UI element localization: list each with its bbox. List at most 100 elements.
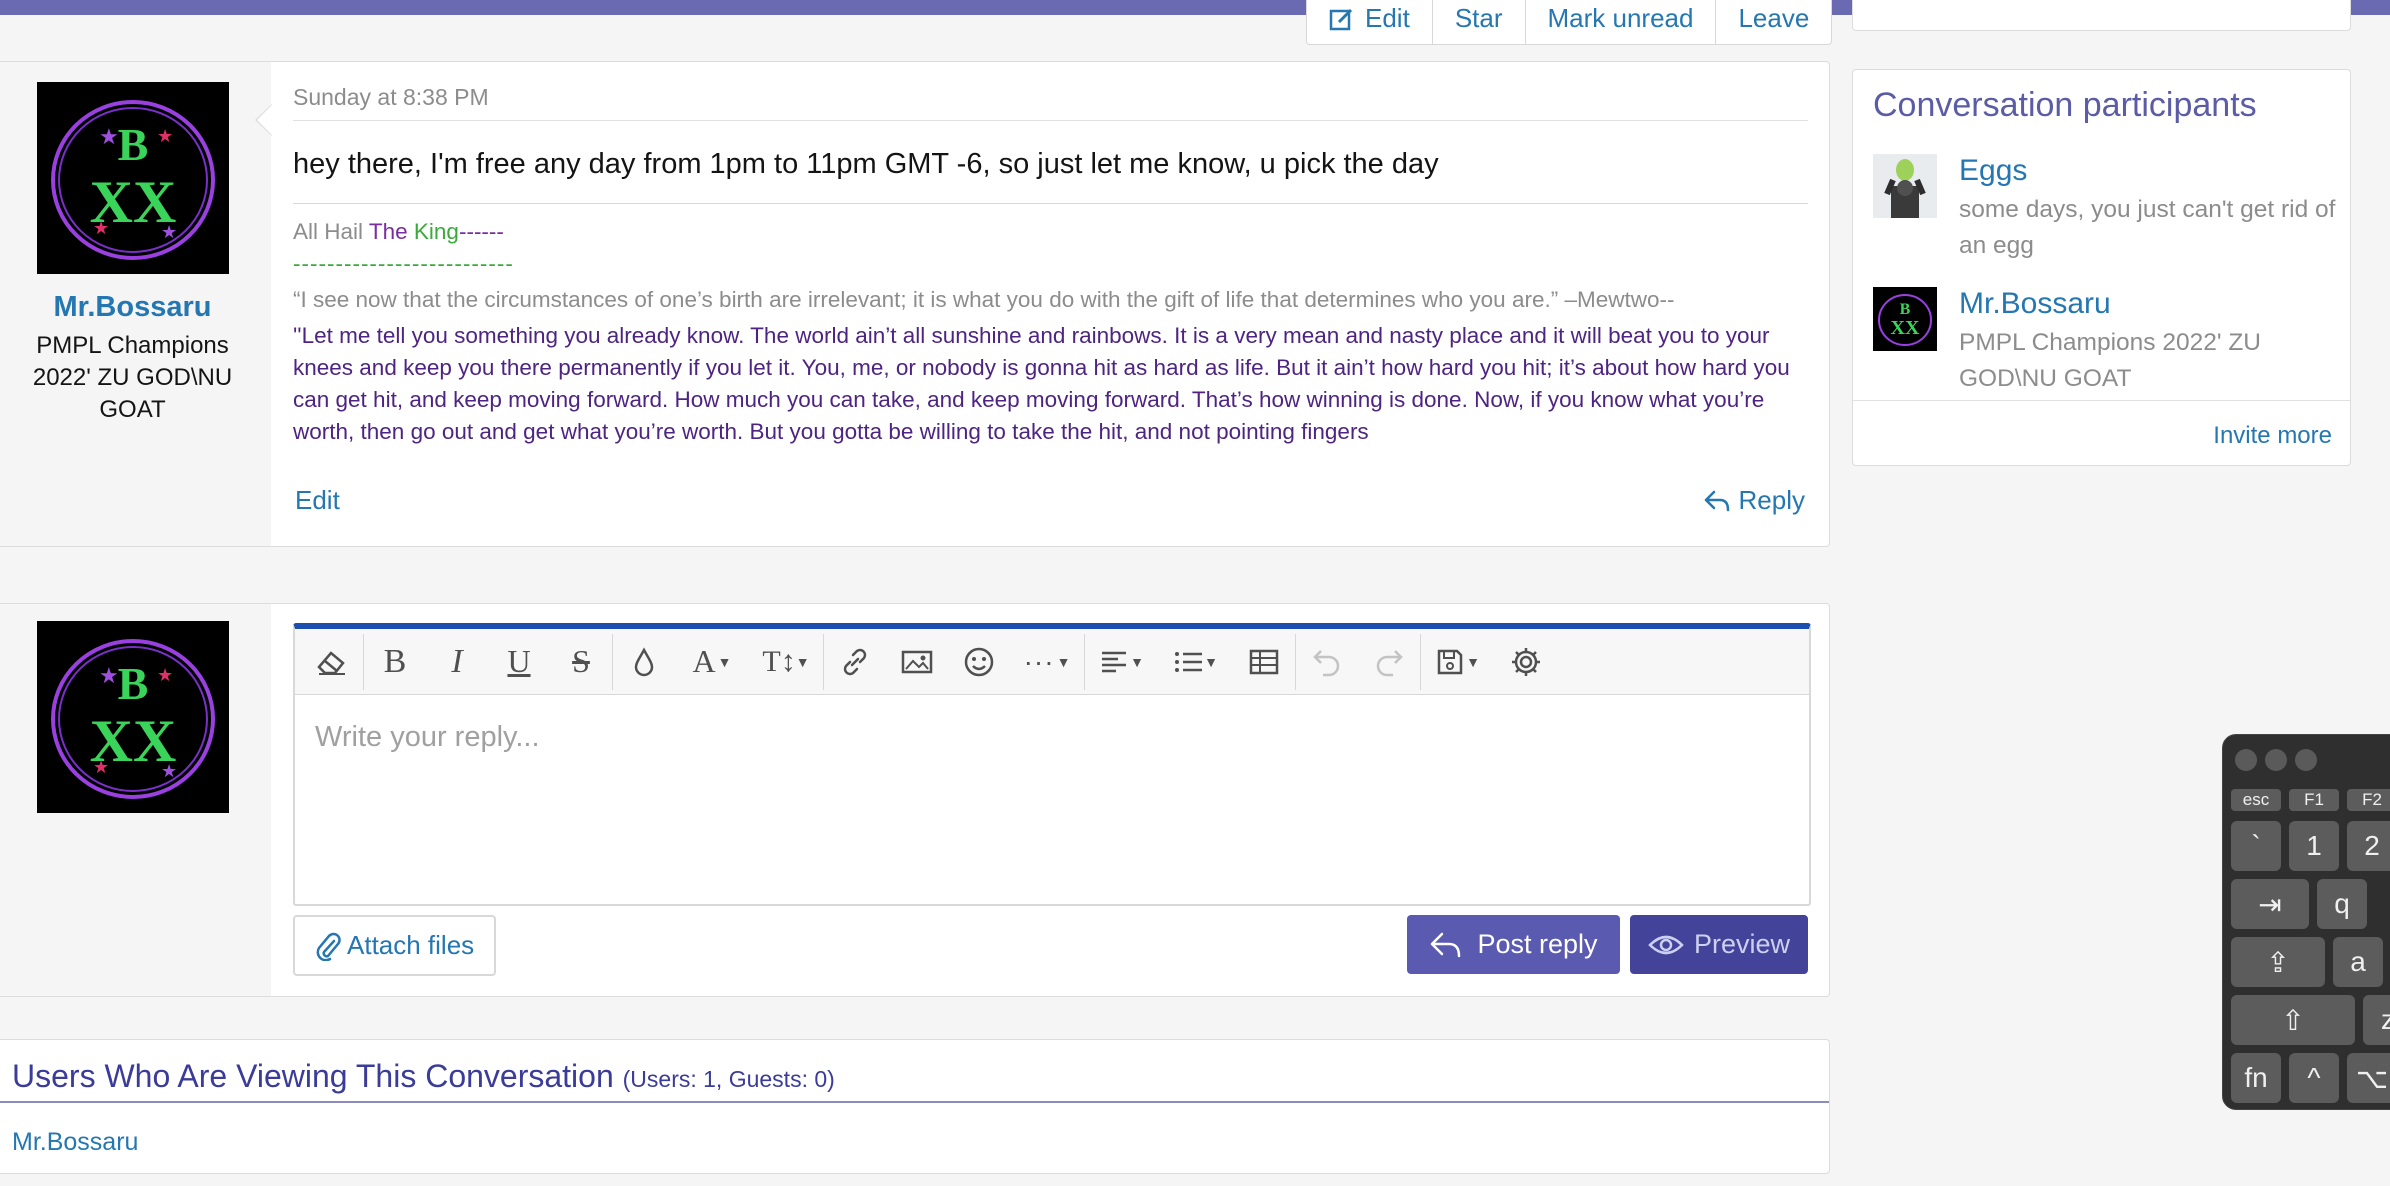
key-caps-lock[interactable]: ⇪: [2231, 937, 2325, 987]
settings-icon[interactable]: [1495, 634, 1557, 690]
reply-icon: [1431, 932, 1461, 957]
avatar-person-icon: [1873, 154, 1937, 218]
signature: All Hail The King------ ----------------…: [293, 216, 1808, 458]
paperclip-icon: [316, 932, 341, 961]
attach-files-button[interactable]: Attach files: [293, 915, 497, 976]
reply-label: Reply: [1738, 485, 1805, 515]
font-size-icon[interactable]: T↕ ▼: [749, 633, 824, 690]
eye-icon: [1648, 935, 1684, 954]
message: B XX ★ ★ ★ ★ Mr.Bossaru PMPL Champions 2…: [0, 61, 1830, 547]
reply-icon: [1704, 490, 1729, 511]
link-icon[interactable]: [824, 634, 886, 690]
svg-text:★: ★: [93, 757, 109, 777]
key-z[interactable]: z: [2363, 995, 2390, 1045]
avatar-logo-icon: B XX: [1873, 287, 1937, 351]
smilie-icon[interactable]: [948, 634, 1010, 690]
table-icon[interactable]: [1233, 633, 1296, 690]
svg-text:B: B: [118, 119, 149, 170]
invite-more-link[interactable]: Invite more: [2213, 422, 2332, 450]
key-fn[interactable]: fn: [2231, 1053, 2281, 1103]
message-edit-link[interactable]: Edit: [295, 485, 340, 516]
avatar-logo-icon: B XX ★ ★ ★ ★: [37, 621, 229, 813]
svg-text:B: B: [118, 658, 149, 709]
message-reply-link[interactable]: Reply: [1703, 485, 1805, 516]
sig-text: The: [368, 219, 414, 244]
edit-conversation-button[interactable]: Edit: [1307, 0, 1432, 44]
leave-button[interactable]: Leave: [1715, 0, 1831, 44]
key-shift[interactable]: ⇧: [2231, 995, 2355, 1045]
zoom-window-icon[interactable]: [2295, 749, 2317, 771]
signature-line: All Hail The King------: [293, 216, 1808, 248]
post-reply-button[interactable]: Post reply: [1407, 915, 1620, 974]
users-viewing-counts: (Users: 1, Guests: 0): [622, 1066, 835, 1092]
eraser-icon[interactable]: [301, 633, 364, 690]
preview-label: Preview: [1693, 929, 1791, 959]
key-f1[interactable]: F1: [2289, 789, 2339, 811]
more-icon[interactable]: ··· ▼: [1010, 633, 1085, 690]
key-f2[interactable]: F2: [2347, 789, 2390, 811]
mark-unread-label: Mark unread: [1547, 3, 1694, 33]
preview-button[interactable]: Preview: [1630, 915, 1808, 974]
message-body: hey there, I'm free any day from 1pm to …: [293, 148, 1439, 180]
avatar[interactable]: [1873, 154, 1937, 218]
message-author[interactable]: Mr.Bossaru: [0, 291, 265, 324]
users-viewing-block: Users Who Are Viewing This Conversation …: [0, 1039, 1830, 1174]
key-backtick[interactable]: `: [2231, 821, 2281, 871]
participant-name[interactable]: Eggs: [1959, 154, 2027, 188]
signature-quote: ''Let me tell you something you already …: [293, 323, 1790, 444]
italic-icon[interactable]: I: [426, 634, 488, 690]
key-tab[interactable]: ⇥: [2231, 879, 2309, 929]
align-icon[interactable]: ▼: [1085, 634, 1159, 690]
key-a[interactable]: a: [2333, 937, 2383, 987]
editor-toolbar: B I U S A ▼ T↕ ▼ ··· ▼ ▼ ▼ ▼: [295, 629, 1809, 695]
avatar-logo-icon: B XX ★ ★ ★ ★: [37, 82, 229, 274]
message-author-title: PMPL Champions 2022' ZU GOD\NU GOAT: [32, 332, 233, 423]
divider: [293, 203, 1808, 204]
mark-unread-button[interactable]: Mark unread: [1524, 0, 1716, 44]
color-icon[interactable]: [613, 634, 675, 690]
redo-icon[interactable]: [1358, 633, 1421, 690]
post-reply-label: Post reply: [1477, 929, 1598, 959]
participant-name[interactable]: Mr.Bossaru: [1959, 287, 2111, 321]
key-control[interactable]: ^: [2289, 1053, 2339, 1103]
conversation-participants: Conversation participants Eggs some days…: [1852, 69, 2351, 466]
viewing-user-link[interactable]: Mr.Bossaru: [12, 1128, 138, 1157]
key-q[interactable]: q: [2317, 879, 2367, 929]
star-button[interactable]: Star: [1431, 0, 1525, 44]
participant-title: some days, you just can't get rid of an …: [1959, 196, 2336, 259]
key-1[interactable]: 1: [2289, 821, 2339, 871]
list-icon[interactable]: ▼: [1159, 634, 1233, 690]
sig-text: All Hail: [293, 219, 369, 244]
users-viewing-heading: Users Who Are Viewing This Conversation: [12, 1058, 614, 1094]
sidebar-top-block: [1852, 0, 2351, 31]
conversation-actions: Edit Star Mark unread Leave: [1306, 0, 1833, 45]
close-window-icon[interactable]: [2235, 749, 2257, 771]
svg-text:★: ★: [157, 126, 173, 146]
edit-icon: [1329, 8, 1353, 31]
bold-icon[interactable]: B: [364, 634, 426, 690]
reply-user-cell: B XX ★ ★ ★ ★: [0, 604, 271, 996]
drafts-icon[interactable]: ▼: [1421, 634, 1495, 690]
avatar[interactable]: B XX ★ ★ ★ ★: [37, 82, 229, 274]
avatar[interactable]: B XX: [1873, 287, 1937, 351]
underline-icon[interactable]: U: [488, 634, 550, 690]
key-2[interactable]: 2: [2347, 821, 2390, 871]
divider: [1853, 400, 2350, 401]
participants-title: Conversation participants: [1873, 86, 2257, 124]
minimize-window-icon[interactable]: [2265, 749, 2287, 771]
participant-title: PMPL Champions 2022' ZU GOD\NU GOAT: [1959, 329, 2261, 392]
avatar[interactable]: B XX ★ ★ ★ ★: [37, 621, 229, 813]
message-pointer: [255, 104, 272, 136]
users-viewing-title: Users Who Are Viewing This Conversation …: [12, 1058, 835, 1095]
strikethrough-icon[interactable]: S: [550, 633, 613, 690]
sig-text: King: [413, 219, 459, 244]
image-icon[interactable]: [886, 634, 948, 690]
reply-editor: B I U S A ▼ T↕ ▼ ··· ▼ ▼ ▼ ▼ Write your rep…: [293, 623, 1811, 906]
key-esc[interactable]: esc: [2231, 789, 2281, 811]
svg-text:★: ★: [99, 124, 119, 149]
message-date[interactable]: Sunday at 8:38 PM: [293, 84, 489, 111]
undo-icon[interactable]: [1296, 634, 1358, 690]
font-family-icon[interactable]: A ▼: [675, 634, 749, 690]
key-option[interactable]: ⌥: [2347, 1053, 2390, 1103]
reply-input[interactable]: Write your reply...: [295, 695, 1809, 780]
